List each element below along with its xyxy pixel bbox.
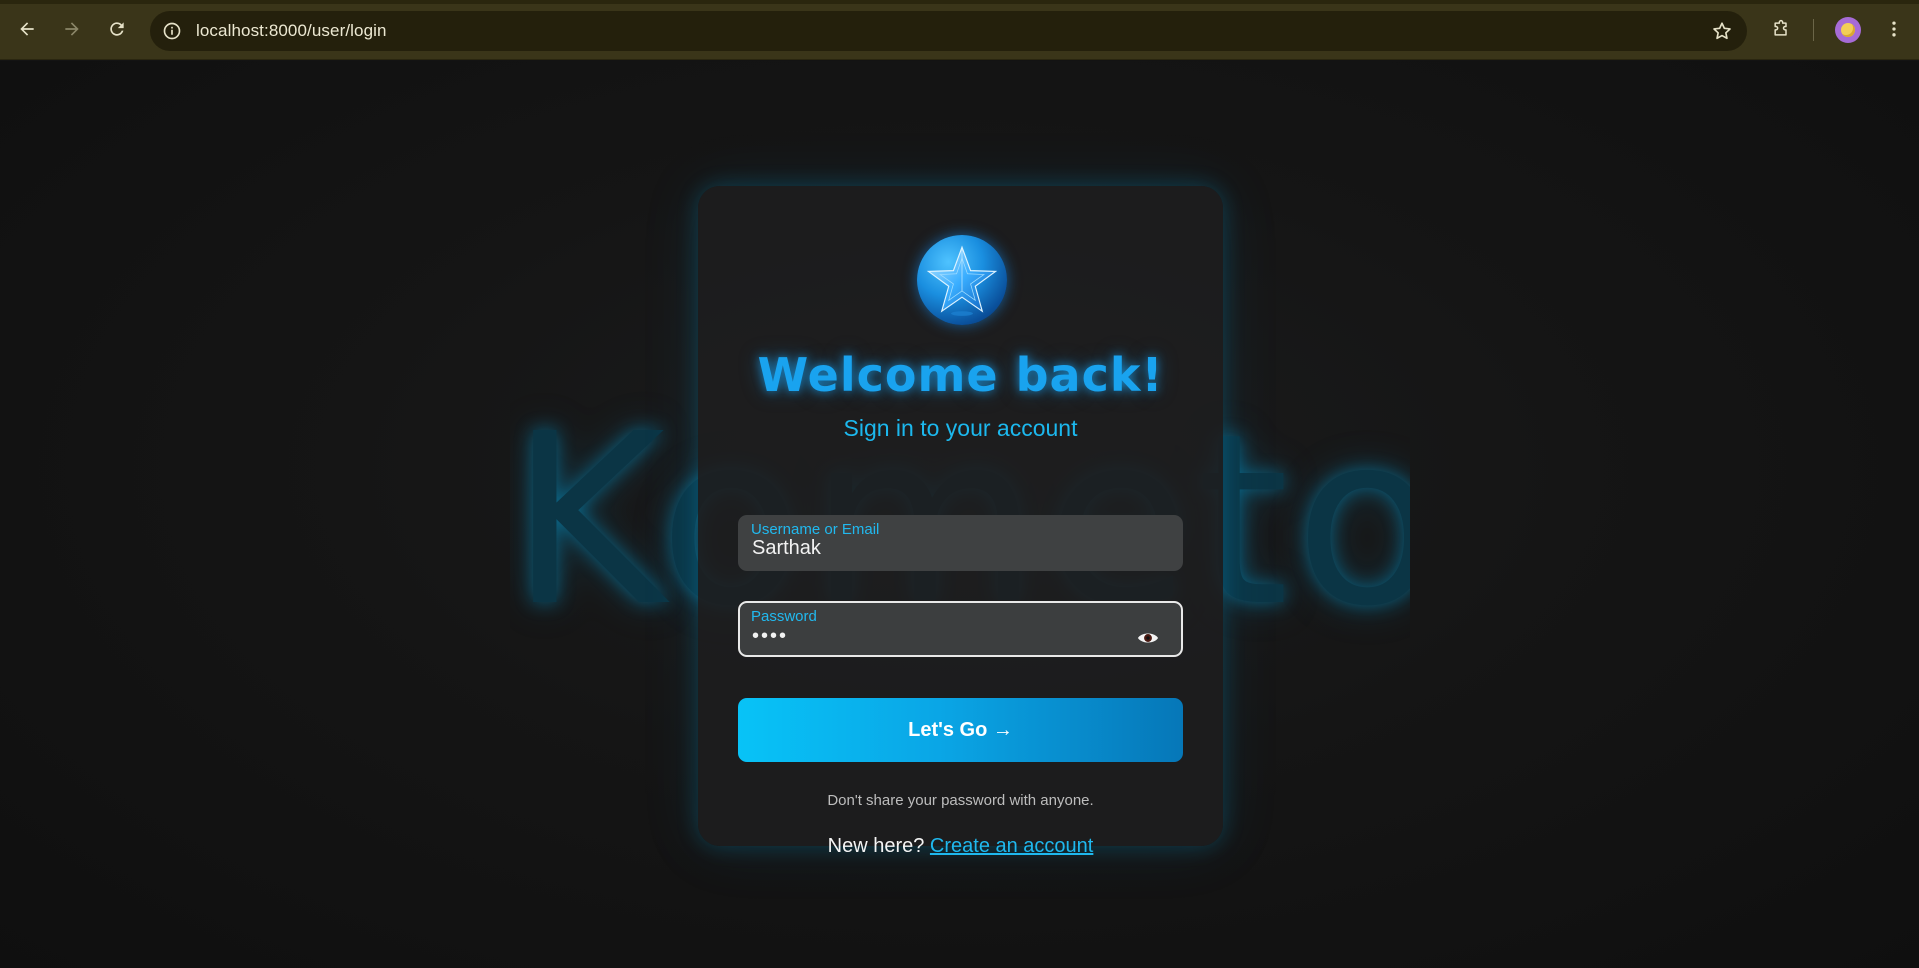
extensions-button[interactable] xyxy=(1767,15,1795,43)
page-title: Welcome back! xyxy=(757,348,1164,402)
star-logo-icon xyxy=(917,235,1007,325)
back-arrow-icon xyxy=(20,22,34,36)
reload-icon xyxy=(110,22,124,36)
username-field[interactable]: Username or Email Sarthak xyxy=(738,515,1183,571)
kebab-menu-icon xyxy=(1892,21,1896,37)
url-text[interactable]: localhost:8000/user/login xyxy=(196,21,387,41)
username-label: Username or Email xyxy=(751,521,880,538)
toolbar-divider xyxy=(1813,19,1814,41)
star-icon[interactable] xyxy=(1711,20,1733,42)
submit-button[interactable]: Let's Go → xyxy=(738,698,1183,762)
reload-button[interactable] xyxy=(103,15,131,43)
page-subtitle: Sign in to your account xyxy=(843,415,1078,441)
signup-prompt: New here? xyxy=(827,835,925,857)
create-account-link[interactable]: Create an account xyxy=(930,835,1093,857)
forward-arrow-icon xyxy=(65,22,79,36)
signup-row: New here? Create an account xyxy=(698,835,1223,858)
browser-menu-button[interactable] xyxy=(1880,15,1908,43)
password-label: Password xyxy=(751,608,817,625)
forward-button[interactable] xyxy=(58,15,86,43)
profile-avatar[interactable] xyxy=(1835,17,1861,43)
eye-icon[interactable] xyxy=(1137,630,1159,646)
password-field[interactable]: Password •••• xyxy=(738,601,1183,657)
browser-toolbar: localhost:8000/user/login xyxy=(0,0,1919,60)
back-button[interactable] xyxy=(13,15,41,43)
password-input[interactable]: •••• xyxy=(752,625,788,648)
username-input[interactable]: Sarthak xyxy=(752,537,821,560)
security-hint: Don't share your password with anyone. xyxy=(827,792,1094,809)
puzzle-icon xyxy=(1774,19,1787,36)
login-page: Kometon Welcome back! Sign in to your ac… xyxy=(0,61,1919,968)
address-bar[interactable]: localhost:8000/user/login xyxy=(150,11,1747,51)
login-card: Welcome back! Sign in to your account Us… xyxy=(698,186,1223,857)
info-icon[interactable] xyxy=(160,19,184,43)
